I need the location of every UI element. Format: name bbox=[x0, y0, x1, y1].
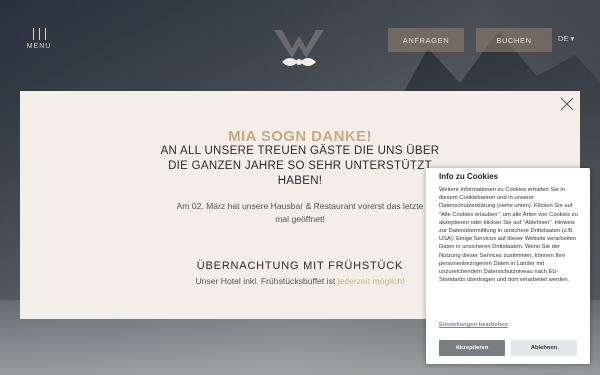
buchen-button[interactable]: BUCHEN bbox=[476, 28, 552, 52]
cookie-title: Info zu Cookies bbox=[439, 172, 499, 181]
cookie-reject-button[interactable]: Ablehnen bbox=[511, 340, 577, 356]
modal-title: MIA SOGN DANKE! bbox=[228, 128, 372, 145]
modal-subtitle: AN ALL UNSERE TREUEN GÄSTE DIE UNS ÜBER … bbox=[160, 145, 440, 187]
chevron-down-icon: ▾ bbox=[570, 34, 575, 43]
menu-button[interactable]: MENU bbox=[22, 28, 56, 52]
anfragen-button[interactable]: ANFRAGEN bbox=[388, 28, 464, 52]
cookie-text: Weitere Informationen zu Cookies erhalte… bbox=[439, 187, 578, 284]
language-label: DE bbox=[558, 34, 569, 43]
modal-body: Am 02. März hat unsere Hausbar & Restaur… bbox=[176, 201, 424, 224]
menu-label: MENU bbox=[26, 43, 52, 50]
cookie-accept-button[interactable]: Akzeptieren bbox=[439, 340, 505, 356]
menu-icon bbox=[22, 28, 56, 40]
breakfast-highlight: jederzeit möglich! bbox=[337, 276, 405, 286]
hotel-logo[interactable] bbox=[270, 28, 328, 88]
language-selector[interactable]: DE ▾ bbox=[558, 34, 574, 43]
cookie-settings-link[interactable]: Einstellungen bearbeiten bbox=[439, 322, 508, 328]
close-icon[interactable] bbox=[558, 95, 576, 113]
breakfast-line-text: Unser Hotel inkl. Frühstücksbuffet ist bbox=[195, 276, 338, 286]
